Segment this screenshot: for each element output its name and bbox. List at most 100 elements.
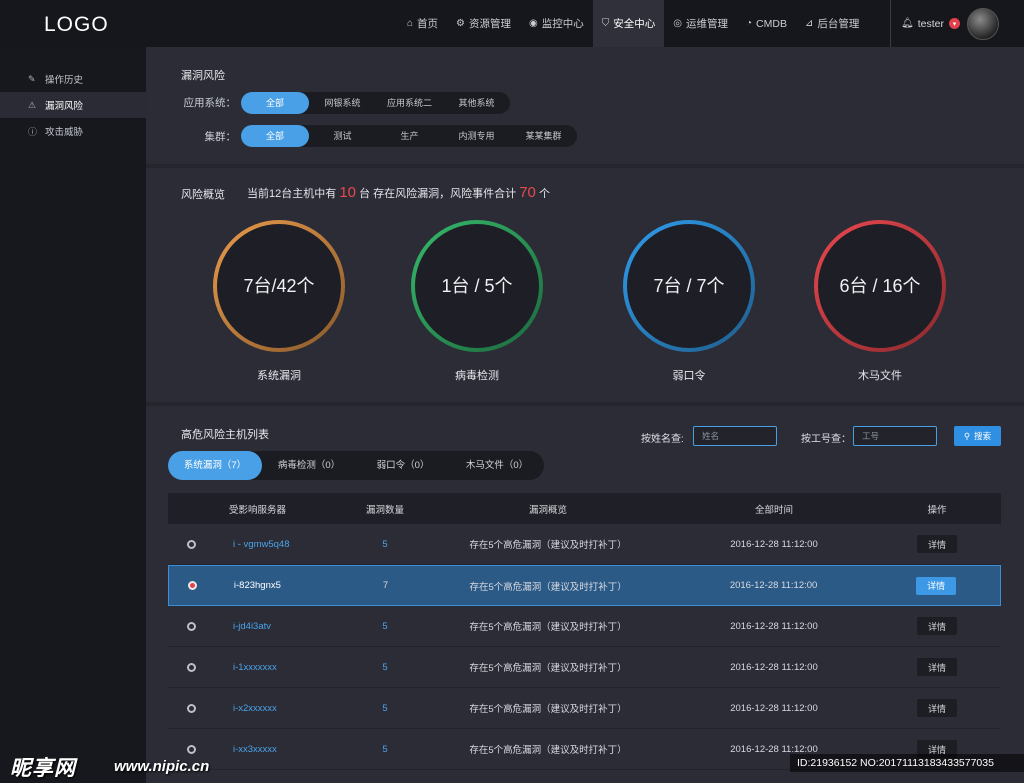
id-search-input[interactable]: 工号 — [853, 426, 937, 446]
details-button[interactable]: 详情 — [917, 617, 957, 635]
nav-item-home[interactable]: ⌂ 首页 — [398, 0, 447, 47]
main-nav: ⌂ 首页 ⚙ 资源管理 ◉ 监控中心 ⛉ 安全中心 ◎ 运维管理 ◔ CMDB ⊿ 后台管理 — [398, 0, 868, 47]
server-link[interactable]: i-jd4i3atv — [233, 621, 271, 632]
ring-label: 病毒检测 — [455, 370, 499, 382]
sidebar-item-attack[interactable]: ⓘ 攻击威胁 — [0, 118, 146, 144]
table-row[interactable]: i - vgmw5q48 5 存在5个高危漏洞（建议及时打补丁） 2016-12-28… — [168, 524, 1001, 565]
tab-system-vuln[interactable]: 系统漏洞（7） — [168, 451, 262, 480]
row-radio-cell[interactable] — [168, 662, 215, 672]
tab-virus[interactable]: 病毒检测（0） — [262, 451, 356, 480]
tab-weak-password[interactable]: 弱口令（0） — [356, 451, 450, 480]
ring-weak-password: 7台 / 7个 — [623, 220, 755, 352]
col-server: 受影响服务器 — [229, 504, 287, 516]
ring-value: 1台 / 5个 — [441, 276, 512, 296]
server-link[interactable]: i-823hgnx5 — [234, 580, 281, 591]
row-radio[interactable] — [187, 581, 197, 590]
host-list-panel: 高危风险主机列表 按姓名查: 姓名 按工号查： 工号 ⚲ 搜索 系统漏洞（7） 病… — [146, 406, 1024, 783]
chevron-down-icon[interactable]: ▾ — [948, 18, 960, 29]
risk-card-system-vuln[interactable]: 7台/42个 系统漏洞 — [209, 218, 349, 383]
name-search-input[interactable]: 姓名 — [693, 426, 777, 446]
table-row[interactable]: i-jd4i3atv 5 存在5个高危漏洞（建议及时打补丁） 2016-12-28 1… — [168, 606, 1001, 647]
col-count: 漏洞数量 — [365, 504, 404, 516]
search-icon: ⚲ — [963, 430, 971, 441]
host-table: 受影响服务器 漏洞数量 漏洞概览 全部时间 操作 i - vgmw5q48 5 存在… — [168, 493, 1001, 770]
nav-item-cmdb[interactable]: ◔ CMDB — [737, 0, 796, 47]
shield-icon: ⛉ — [601, 18, 610, 29]
warning-icon: ⚠ — [28, 99, 37, 110]
filter-cluster-test[interactable]: 测试 — [309, 125, 376, 147]
event-total-count: 70 — [519, 184, 536, 201]
col-action: 操作 — [927, 504, 947, 516]
risk-card-virus[interactable]: 1台 / 5个 病毒检测 — [407, 218, 547, 383]
server-link[interactable]: i-1xxxxxxx — [233, 662, 277, 673]
server-link[interactable]: i - vgmw5q48 — [233, 539, 290, 550]
vuln-count: 5 — [382, 743, 388, 755]
nav-item-admin[interactable]: ⊿ 后台管理 — [796, 0, 868, 47]
ring-virus: 1台 / 5个 — [411, 220, 543, 352]
col-time: 全部时间 — [754, 504, 793, 516]
nav-label: 首页 — [417, 18, 439, 30]
filter-cluster-all[interactable]: 全部 — [241, 125, 309, 147]
row-radio-cell[interactable] — [169, 581, 216, 590]
nav-item-ops[interactable]: ◎ 运维管理 — [664, 0, 737, 47]
filter-cluster-prod[interactable]: 生产 — [376, 125, 443, 147]
risk-card-trojan[interactable]: 6台 / 16个 木马文件 — [810, 218, 950, 383]
row-radio-cell[interactable] — [168, 703, 215, 713]
vuln-time: 2016-12-28 11:12:00 — [730, 702, 818, 714]
avatar[interactable] — [966, 7, 999, 40]
filter-cluster-internal[interactable]: 内测专用 — [443, 125, 510, 147]
user-menu[interactable]: 🔔︎ tester ▾ — [890, 0, 999, 47]
row-radio[interactable] — [187, 662, 196, 672]
sidebar-item-label: 操作历史 — [45, 75, 84, 86]
risk-card-weak-password[interactable]: 7台 / 7个 弱口令 — [619, 218, 759, 383]
home-icon: ⌂ — [407, 18, 414, 29]
sidebar-item-history[interactable]: ✎ 操作历史 — [0, 66, 146, 92]
app-system-label: 应用系统： — [183, 97, 237, 109]
nav-label: 安全中心 — [613, 18, 656, 30]
logo[interactable]: LOGO — [44, 13, 109, 37]
summary-suffix: 个 — [538, 188, 550, 200]
nav-label: 资源管理 — [469, 18, 512, 30]
filter-cluster-other[interactable]: 某某集群 — [510, 125, 577, 147]
details-button[interactable]: 详情 — [917, 535, 957, 553]
details-button[interactable]: 详情 — [917, 699, 957, 717]
filter-app-other[interactable]: 其他系统 — [443, 92, 510, 114]
section-title: 风险概览 — [181, 189, 225, 201]
search-button[interactable]: ⚲ 搜索 — [954, 426, 1001, 446]
server-link[interactable]: i-xx3xxxxx — [233, 744, 277, 755]
watermark-stamp: ID:21936152 NO:20171113183433577035 — [790, 754, 1024, 772]
vuln-count: 5 — [382, 620, 388, 632]
nav-item-security[interactable]: ⛉ 安全中心 — [592, 0, 665, 47]
row-radio-cell[interactable] — [168, 539, 215, 549]
col-summary: 漏洞概览 — [528, 504, 567, 516]
details-button[interactable]: 详情 — [917, 658, 957, 676]
id-search-label: 按工号查： — [801, 434, 851, 445]
section-title: 漏洞风险 — [181, 70, 225, 82]
table-row[interactable]: i-x2xxxxxx 5 存在5个高危漏洞（建议及时打补丁） 2016-12-28 1… — [168, 688, 1001, 729]
table-row[interactable]: i-823hgnx5 7 存在5个高危漏洞（建议及时打补丁） 2016-12-28 1… — [168, 565, 1001, 606]
filter-app-bank[interactable]: 网银系统 — [309, 92, 376, 114]
row-radio[interactable] — [187, 621, 196, 631]
filter-app-system2[interactable]: 应用系统二 — [376, 92, 443, 114]
username[interactable]: tester — [918, 18, 944, 30]
details-button[interactable]: 详情 — [916, 576, 957, 595]
row-radio[interactable] — [187, 703, 196, 713]
row-radio-cell[interactable] — [168, 621, 215, 631]
vuln-summary: 存在5个高危漏洞（建议及时打补丁） — [469, 622, 627, 633]
row-radio[interactable] — [187, 744, 196, 754]
ring-value: 7台/42个 — [243, 276, 314, 296]
ring-value: 7台 / 7个 — [653, 276, 724, 296]
name-search-label: 按姓名查: — [641, 434, 684, 445]
row-radio-cell[interactable] — [168, 744, 215, 754]
category-tabs: 系统漏洞（7） 病毒检测（0） 弱口令（0） 木马文件（0） — [168, 451, 544, 480]
nav-item-monitor[interactable]: ◉ 监控中心 — [520, 0, 593, 47]
server-link[interactable]: i-x2xxxxxx — [233, 703, 277, 714]
row-radio[interactable] — [187, 539, 196, 549]
table-row[interactable]: i-1xxxxxxx 5 存在5个高危漏洞（建议及时打补丁） 2016-12-28 1… — [168, 647, 1001, 688]
sidebar-item-vulnerability[interactable]: ⚠ 漏洞风险 — [0, 92, 146, 118]
tab-trojan[interactable]: 木马文件（0） — [450, 451, 544, 480]
filter-app-all[interactable]: 全部 — [241, 92, 309, 114]
nav-item-resources[interactable]: ⚙ 资源管理 — [447, 0, 520, 47]
bell-icon[interactable]: 🔔︎ — [901, 18, 914, 29]
sidebar: ✎ 操作历史 ⚠ 漏洞风险 ⓘ 攻击威胁 — [0, 47, 146, 783]
